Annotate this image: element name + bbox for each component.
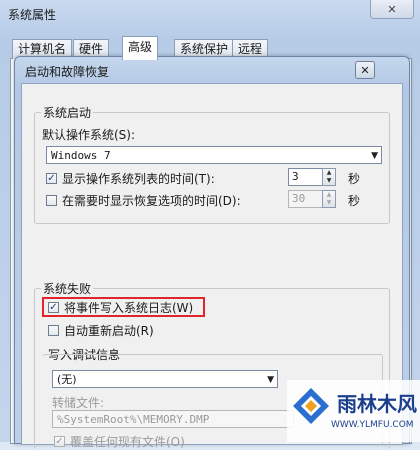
auto-restart-label: 自动重新启动(R) <box>64 324 154 338</box>
default-os-combo[interactable]: Windows 7 ▼ <box>46 146 382 164</box>
watermark-url: WWW.YLMFU.COM <box>331 420 414 430</box>
spin-up-icon[interactable]: ▲ <box>323 169 335 177</box>
os-list-time-spinner[interactable]: ▲ ▼ <box>322 168 336 186</box>
recovery-time-spinner[interactable]: ▲ ▼ <box>322 190 336 208</box>
group-label: 系统启动 <box>41 104 94 121</box>
close-icon: ✕ <box>387 2 397 16</box>
close-button[interactable]: ✕ <box>370 0 414 19</box>
spin-up-icon[interactable]: ▲ <box>323 191 335 199</box>
write-event-label: 将事件写入系统日志(W) <box>64 301 194 315</box>
watermark-logo-icon <box>293 388 329 424</box>
window-title: 系统属性 <box>8 8 57 22</box>
show-recovery-label: 在需要时显示恢复选项的时间(D): <box>62 194 241 208</box>
combo-value: (无) <box>57 373 77 386</box>
show-os-list-checkbox[interactable]: ✓ <box>46 173 57 184</box>
dump-file-label: 转储文件: <box>52 396 105 410</box>
dialog-close-button[interactable]: ✕ <box>355 61 375 79</box>
debug-info-combo[interactable]: (无) ▼ <box>52 370 278 388</box>
watermark-text: 雨林木风 <box>337 392 417 416</box>
auto-restart-checkbox[interactable] <box>48 325 59 336</box>
dump-file-input[interactable]: %SystemRoot%\MEMORY.DMP <box>52 410 294 428</box>
show-recovery-checkbox[interactable] <box>46 195 57 206</box>
default-os-label: 默认操作系统(S): <box>42 128 136 142</box>
show-os-list-label: 显示操作系统列表的时间(T): <box>62 172 215 186</box>
spin-down-icon[interactable]: ▼ <box>323 199 335 207</box>
recovery-time-unit: 秒 <box>348 194 361 208</box>
chevron-down-icon: ▼ <box>267 375 274 385</box>
group-label: 系统失败 <box>41 280 94 297</box>
combo-value: Windows 7 <box>51 149 111 162</box>
dialog-title: 启动和故障恢复 <box>25 65 110 79</box>
write-event-checkbox[interactable]: ✓ <box>48 302 59 313</box>
close-icon: ✕ <box>360 63 370 77</box>
chevron-down-icon: ▼ <box>371 151 378 161</box>
spin-down-icon[interactable]: ▼ <box>323 177 335 185</box>
os-list-time-unit: 秒 <box>348 172 361 186</box>
tab-advanced[interactable]: 高级 <box>122 36 159 60</box>
watermark: 雨林木风 WWW.YLMFU.COM <box>287 380 420 442</box>
